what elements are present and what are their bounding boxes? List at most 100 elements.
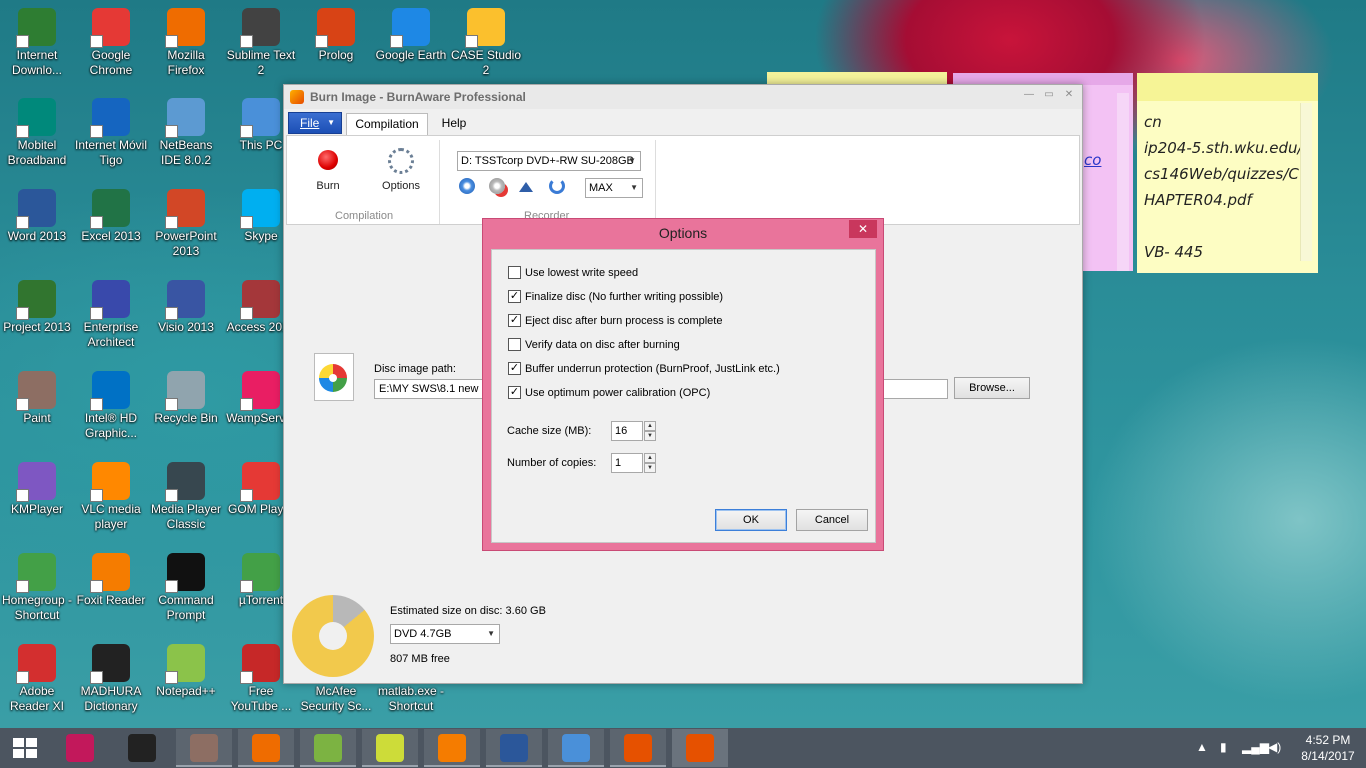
cache-size-input[interactable]: 16 <box>611 421 643 441</box>
close-button[interactable]: ✕ <box>849 220 877 238</box>
checkbox[interactable]: ✓ <box>508 289 521 303</box>
desktop-icon[interactable]: Visio 2013 <box>149 280 223 335</box>
ok-button[interactable]: OK <box>715 509 787 531</box>
taskbar-button[interactable] <box>486 729 542 767</box>
desktop-icon[interactable]: Homegroup - Shortcut <box>0 553 74 623</box>
chevron-down-icon[interactable]: ▼ <box>644 431 656 441</box>
checkbox[interactable]: ✓ <box>508 313 521 327</box>
checkbox[interactable] <box>508 337 521 351</box>
desktop-icon[interactable]: KMPlayer <box>0 462 74 517</box>
sticky-note-scrollbar[interactable] <box>1300 103 1312 261</box>
option-eject-disc[interactable]: ✓ Eject disc after burn process is comple… <box>508 313 722 330</box>
taskbar-button[interactable] <box>548 729 604 767</box>
desktop-icon[interactable]: NetBeans IDE 8.0.2 <box>149 98 223 168</box>
desktop-icon[interactable]: Foxit Reader <box>74 553 148 608</box>
desktop-icon[interactable]: Word 2013 <box>0 189 74 244</box>
desktop-icon[interactable]: Sublime Text 2 <box>224 8 298 78</box>
copies-input[interactable]: 1 <box>611 453 643 473</box>
cache-size-stepper[interactable]: ▲ ▼ <box>644 421 656 441</box>
speed-select[interactable]: MAX ▼ <box>585 178 643 198</box>
burn-button[interactable]: Burn <box>303 148 353 192</box>
desktop-icon[interactable]: Command Prompt <box>149 553 223 623</box>
foxit-icon <box>438 734 466 762</box>
desktop-icon[interactable]: Recycle Bin <box>149 371 223 426</box>
disc-image-icon <box>314 353 354 401</box>
sticky-note-link[interactable]: co <box>1084 151 1101 169</box>
cancel-button[interactable]: Cancel <box>796 509 868 531</box>
excel-icon <box>90 189 130 229</box>
tab-help[interactable]: Help <box>434 113 474 135</box>
desktop-icon[interactable]: Internet Downlo... <box>0 8 74 78</box>
taskbar-button[interactable] <box>610 729 666 767</box>
disc-info-icon[interactable] <box>459 178 475 194</box>
desktop-icon[interactable]: Intel® HD Graphic... <box>74 371 148 441</box>
disc-type-select[interactable]: DVD 4.7GB ▼ <box>390 624 500 644</box>
desktop-icon[interactable]: Enterprise Architect <box>74 280 148 350</box>
checkbox[interactable]: ✓ <box>508 361 521 375</box>
taskbar-button[interactable] <box>424 729 480 767</box>
drive-select[interactable]: D: TSSTcorp DVD+-RW SU-208GB ▼ <box>457 151 641 171</box>
refresh-icon[interactable] <box>549 178 565 194</box>
desktop-icon-label: Internet Móvil Tigo <box>74 138 148 167</box>
option-buffer-underrun[interactable]: ✓ Buffer underrun protection (BurnProof, … <box>508 361 780 378</box>
desktop-icon-label: Google Chrome <box>89 48 133 77</box>
option-verify-data[interactable]: Verify data on disc after burning <box>508 337 680 354</box>
desktop-icon[interactable]: Prolog <box>299 8 373 63</box>
desktop-icon[interactable]: MADHURA Dictionary <box>74 644 148 714</box>
option-finalize-disc[interactable]: ✓ Finalize disc (No further writing possi… <box>508 289 723 306</box>
volume-icon[interactable]: ◀) <box>1268 740 1281 754</box>
minimize-icon[interactable]: — <box>1022 89 1036 101</box>
taskbar-button[interactable] <box>176 729 232 767</box>
desktop-icon[interactable]: Media Player Classic <box>149 462 223 532</box>
taskbar-button[interactable] <box>672 729 728 767</box>
maximize-icon[interactable]: ▭ <box>1042 89 1056 101</box>
desktop-icon[interactable]: Mozilla Firefox <box>149 8 223 78</box>
erase-disc-icon[interactable] <box>489 178 505 194</box>
checkbox[interactable]: ✓ <box>508 385 521 399</box>
desktop-icon[interactable]: Internet Móvil Tigo <box>74 98 148 168</box>
browse-button[interactable]: Browse... <box>954 377 1030 399</box>
chevron-down-icon[interactable]: ▼ <box>644 463 656 473</box>
options-button[interactable]: Options <box>375 148 427 192</box>
tab-compilation[interactable]: Compilation <box>346 113 428 135</box>
close-icon[interactable]: ✕ <box>1062 89 1076 101</box>
desktop-icon[interactable]: Mobitel Broadband <box>0 98 74 168</box>
chevron-down-icon: ▼ <box>630 183 638 192</box>
desktop-icon[interactable]: PowerPoint 2013 <box>149 189 223 259</box>
desktop-icon[interactable]: Excel 2013 <box>74 189 148 244</box>
taskbar-button[interactable] <box>362 729 418 767</box>
start-button[interactable] <box>0 728 50 768</box>
desktop-icon[interactable]: Google Chrome <box>74 8 148 78</box>
taskbar-button[interactable] <box>52 729 108 767</box>
clock[interactable]: 4:52 PM 8/14/2017 <box>1290 732 1366 764</box>
sticky-note-text[interactable]: cn ip204-5.sth.wku.edu/cs146Web/quizzes/… <box>1144 109 1304 265</box>
taskbar-button[interactable] <box>114 729 170 767</box>
mobitel-icon <box>16 98 56 138</box>
desktop-icon[interactable]: Adobe Reader XI <box>0 644 74 714</box>
taskbar-button[interactable] <box>300 729 356 767</box>
chevron-up-icon[interactable]: ▲ <box>1196 740 1208 754</box>
option-opc[interactable]: ✓ Use optimum power calibration (OPC) <box>508 385 710 402</box>
taskbar-button[interactable] <box>238 729 294 767</box>
sticky-note-yellow[interactable]: cn ip204-5.sth.wku.edu/cs146Web/quizzes/… <box>1137 73 1318 273</box>
file-menu-button[interactable]: File ▼ <box>288 112 342 134</box>
skype-icon <box>240 189 280 229</box>
desktop-icon[interactable]: VLC media player <box>74 462 148 532</box>
window-titlebar[interactable]: Burn Image - BurnAware Professional — ▭ … <box>284 85 1082 109</box>
option-lowest-speed[interactable]: Use lowest write speed <box>508 265 638 282</box>
sticky-note-scrollbar[interactable] <box>1117 93 1129 271</box>
window-title: Burn Image - BurnAware Professional <box>310 90 526 104</box>
battery-icon[interactable]: ▮ <box>1220 740 1227 754</box>
chevron-up-icon[interactable]: ▲ <box>644 453 656 463</box>
desktop-icon[interactable]: Notepad++ <box>149 644 223 699</box>
chevron-up-icon[interactable]: ▲ <box>644 421 656 431</box>
desktop-icon[interactable]: Google Earth <box>374 8 448 63</box>
desktop-icon[interactable]: CASE Studio 2 <box>449 8 523 78</box>
copies-stepper[interactable]: ▲ ▼ <box>644 453 656 473</box>
checkbox[interactable] <box>508 265 521 279</box>
eject-icon[interactable] <box>519 180 533 192</box>
desktop-icon[interactable]: Paint <box>0 371 74 426</box>
desktop-icon-label: Media Player Classic <box>150 502 222 531</box>
desktop-icon[interactable]: Project 2013 <box>0 280 74 335</box>
signal-icon[interactable]: ▂▄▆ <box>1242 740 1269 754</box>
